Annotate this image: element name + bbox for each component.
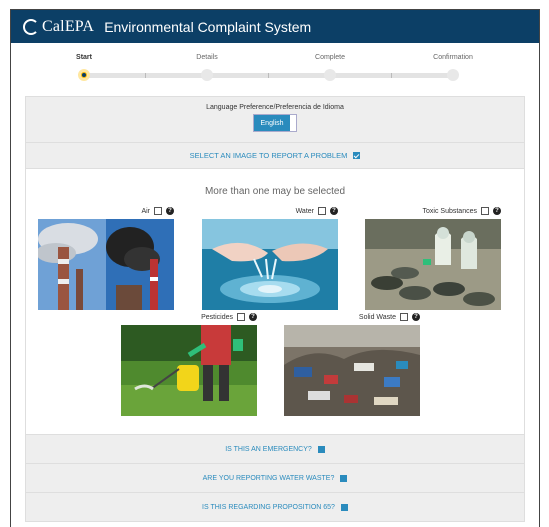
category-air-label: Air <box>141 207 150 215</box>
step-dot-confirmation[interactable] <box>447 69 459 81</box>
help-icon[interactable]: ? <box>330 207 338 215</box>
category-solid-waste-label: Solid Waste <box>358 313 396 321</box>
pesticides-checkbox[interactable] <box>237 313 245 321</box>
calepa-logo-icon <box>23 18 39 35</box>
water-checkbox[interactable] <box>318 207 326 215</box>
category-label-row: Toxic Substances ? <box>365 205 501 217</box>
step-label-start: Start <box>76 54 92 61</box>
language-toggle[interactable]: English <box>252 114 298 132</box>
water-waste-label: ARE YOU REPORTING WATER WASTE? <box>202 474 335 482</box>
selection-hint: More than one may be selected <box>204 186 346 197</box>
step-label-details: Details <box>196 54 218 61</box>
category-air: Air ? <box>38 205 174 310</box>
complaint-form-panel: Language Preference/Preferencia de Idiom… <box>25 96 525 522</box>
step-dot-details[interactable] <box>201 69 213 81</box>
step-label-confirmation: Confirmation <box>433 54 473 61</box>
checkbox-square-icon <box>340 474 348 482</box>
solid-waste-image[interactable] <box>284 325 420 416</box>
progress-tick <box>391 73 392 78</box>
category-toxic-substances: Toxic Substances ? <box>365 205 501 310</box>
app-window: CalEPA Environmental Complaint System St… <box>10 9 540 527</box>
proposition-65-section-toggle[interactable]: IS THIS REGARDING PROPOSITION 65? <box>26 492 524 521</box>
image-selection-area: More than one may be selected Air ? Wate… <box>26 169 524 434</box>
category-water: Water ? <box>202 205 338 310</box>
checkbox-square-icon <box>317 445 325 453</box>
checked-checkbox-icon <box>353 152 361 159</box>
emergency-label: IS THIS AN EMERGENCY? <box>225 445 312 453</box>
app-header: CalEPA Environmental Complaint System <box>11 10 539 43</box>
help-icon[interactable]: ? <box>249 313 257 321</box>
water-waste-section-toggle[interactable]: ARE YOU REPORTING WATER WASTE? <box>26 463 524 492</box>
progress-stepper: Start Details Complete Confirmation <box>11 43 539 96</box>
category-solid-waste: Solid Waste ? <box>284 311 420 416</box>
step-label-complete: Complete <box>315 54 345 61</box>
category-water-label: Water <box>295 207 314 215</box>
language-label: Language Preference/Preferencia de Idiom… <box>206 104 344 111</box>
progress-tick <box>268 73 269 78</box>
calepa-logo[interactable]: CalEPA <box>23 18 94 36</box>
category-label-row: Air ? <box>38 205 174 217</box>
pesticides-image[interactable] <box>121 325 257 416</box>
category-label-row: Water ? <box>202 205 338 217</box>
step-dot-start[interactable] <box>78 69 90 81</box>
select-image-header[interactable]: SELECT AN IMAGE TO REPORT A PROBLEM <box>26 143 524 169</box>
category-toxic-label: Toxic Substances <box>422 207 477 215</box>
language-option-alt[interactable] <box>290 115 297 131</box>
checkbox-square-icon <box>340 503 348 511</box>
logo-text: CalEPA <box>42 17 95 35</box>
solid-waste-checkbox[interactable] <box>400 313 408 321</box>
step-dot-complete[interactable] <box>324 69 336 81</box>
category-label-row: Pesticides ? <box>121 311 257 323</box>
help-icon[interactable]: ? <box>493 207 501 215</box>
app-title: Environmental Complaint System <box>104 18 312 35</box>
select-image-label: SELECT AN IMAGE TO REPORT A PROBLEM <box>189 151 348 160</box>
air-checkbox[interactable] <box>154 207 162 215</box>
category-pesticides: Pesticides ? <box>121 311 257 416</box>
toxic-substances-checkbox[interactable] <box>481 207 489 215</box>
category-pesticides-label: Pesticides <box>201 313 233 321</box>
toxic-substances-image[interactable] <box>365 219 501 310</box>
emergency-section-toggle[interactable]: IS THIS AN EMERGENCY? <box>26 434 524 463</box>
progress-track <box>84 73 454 78</box>
language-preference-bar: Language Preference/Preferencia de Idiom… <box>26 97 524 143</box>
help-icon[interactable]: ? <box>412 313 420 321</box>
progress-tick <box>145 73 146 78</box>
air-image[interactable] <box>38 219 174 310</box>
language-option-english[interactable]: English <box>253 115 291 131</box>
proposition-65-label: IS THIS REGARDING PROPOSITION 65? <box>202 503 335 511</box>
category-label-row: Solid Waste ? <box>284 311 420 323</box>
water-image[interactable] <box>202 219 338 310</box>
help-icon[interactable]: ? <box>166 207 174 215</box>
